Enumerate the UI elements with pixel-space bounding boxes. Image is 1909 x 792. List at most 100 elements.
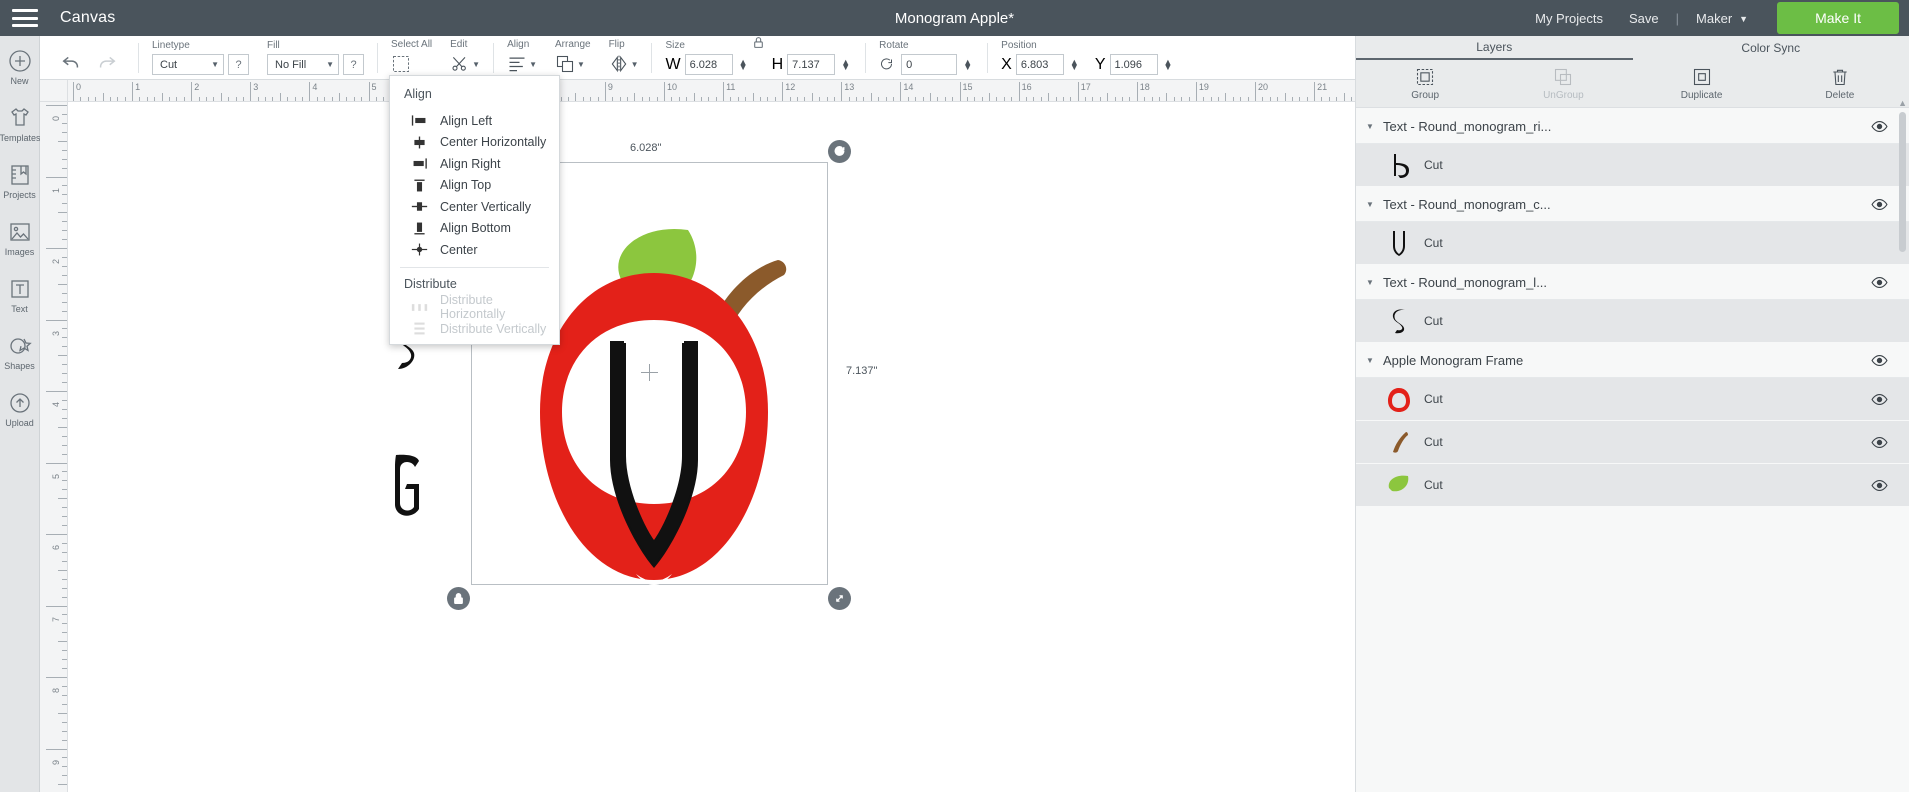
ruler-tick-label: 9 <box>607 82 613 92</box>
fill-value: No Fill <box>275 58 307 71</box>
eye-icon[interactable] <box>1871 352 1888 369</box>
machine-selector[interactable]: Maker ▼ <box>1683 11 1761 26</box>
layers-scrollbar[interactable] <box>1899 112 1906 252</box>
lock-icon[interactable] <box>752 36 765 49</box>
duplicate-button[interactable]: Duplicate <box>1633 60 1771 107</box>
height-input[interactable] <box>787 54 836 75</box>
redo-icon[interactable] <box>96 51 118 73</box>
menu-item-align-bottom[interactable]: Align Bottom <box>390 218 559 240</box>
sidebar-item-text[interactable]: Text <box>0 276 40 314</box>
layer-row[interactable]: Cut <box>1356 464 1909 507</box>
canvas-letter-g[interactable] <box>386 447 430 522</box>
ruler-tick-label: 2 <box>51 258 61 264</box>
undo-icon[interactable] <box>60 51 82 73</box>
layer-row[interactable]: Cut <box>1356 222 1909 265</box>
width-stepper[interactable]: ▲ ▼ <box>737 54 750 75</box>
eye-icon[interactable] <box>1871 274 1888 291</box>
eye-icon[interactable] <box>1871 118 1888 135</box>
chevron-down-icon[interactable]: ▼ <box>1366 356 1379 365</box>
sidebar-item-projects[interactable]: Projects <box>0 162 40 200</box>
ruler-major-tick <box>46 391 67 392</box>
layer-row[interactable]: Cut <box>1356 144 1909 187</box>
edit-button[interactable]: ▼ <box>450 53 480 75</box>
ruler-minor-tick <box>62 382 67 384</box>
ruler-tick-label: 10 <box>667 82 678 92</box>
chevron-down-icon[interactable]: ▼ <box>1366 200 1379 209</box>
undo-redo-group <box>40 35 134 75</box>
linetype-help-button[interactable]: ? <box>228 54 249 75</box>
make-it-button[interactable]: Make It <box>1777 2 1899 34</box>
position-y-stepper[interactable]: ▲ ▼ <box>1162 54 1175 75</box>
ruler-minor-tick <box>62 775 67 777</box>
menu-item-align-left[interactable]: Align Left <box>390 110 559 132</box>
ruler-major-tick <box>1018 82 1020 101</box>
ruler-minor-tick <box>58 355 67 357</box>
layer-group-header[interactable]: ▼ Text - Round_monogram_l... <box>1356 265 1909 300</box>
my-projects-button[interactable]: My Projects <box>1522 11 1616 26</box>
layer-row[interactable]: Cut <box>1356 421 1909 464</box>
ruler-tick-label: 15 <box>962 82 973 92</box>
menu-item-center-vertically[interactable]: Center Vertically <box>390 196 559 218</box>
eye-icon[interactable] <box>1871 477 1888 494</box>
align-label: Align <box>507 39 530 50</box>
position-x-stepper[interactable]: ▲ ▼ <box>1068 54 1081 75</box>
layers-list[interactable]: ▼ Text - Round_monogram_ri... Cut ▼ Text… <box>1356 109 1909 792</box>
position-y-input[interactable] <box>1109 54 1158 75</box>
eye-icon[interactable] <box>1871 196 1888 213</box>
select-all-button[interactable] <box>391 53 411 75</box>
align-button[interactable]: ▼ <box>507 53 537 75</box>
arrange-button[interactable]: ▼ <box>555 53 585 75</box>
delete-button[interactable]: Delete <box>1771 60 1909 107</box>
menu-item-center-horizontally[interactable]: Center Horizontally <box>390 132 559 154</box>
lock-handle[interactable] <box>447 587 470 610</box>
layer-group-header[interactable]: ▼ Text - Round_monogram_ri... <box>1356 109 1909 144</box>
eye-icon[interactable] <box>1871 434 1888 451</box>
rotate-icon[interactable] <box>879 57 894 72</box>
ruler-minor-tick <box>811 93 813 101</box>
ruler-major-tick <box>132 82 134 101</box>
sidebar-item-shapes[interactable]: Shapes <box>0 333 40 371</box>
tab-layers[interactable]: Layers <box>1356 36 1633 60</box>
hamburger-icon[interactable] <box>12 9 38 27</box>
layer-row[interactable]: Cut <box>1356 378 1909 421</box>
position-label: Position <box>1001 40 1037 51</box>
menu-item-align-top[interactable]: Align Top <box>390 175 559 197</box>
resize-handle[interactable] <box>828 587 851 610</box>
sidebar-item-upload[interactable]: Upload <box>0 390 40 428</box>
menu-item-center[interactable]: Center <box>390 239 559 261</box>
position-x-input[interactable] <box>1015 54 1064 75</box>
width-input[interactable] <box>684 54 733 75</box>
flip-button[interactable]: ▼ <box>609 53 638 75</box>
eye-icon[interactable] <box>1871 391 1888 408</box>
layer-group-header[interactable]: ▼ Apple Monogram Frame <box>1356 343 1909 378</box>
layer-row[interactable]: Cut <box>1356 300 1909 343</box>
sidebar-item-templates[interactable]: Templates <box>0 105 41 143</box>
align-left-icon <box>410 113 429 129</box>
linetype-select[interactable]: Cut ▼ <box>152 54 224 75</box>
height-stepper[interactable]: ▲ ▼ <box>839 54 852 75</box>
menu-item-align-right[interactable]: Align Right <box>390 153 559 175</box>
tab-color-sync[interactable]: Color Sync <box>1632 36 1909 60</box>
fill-help-button[interactable]: ? <box>343 54 364 75</box>
ruler-major-tick <box>604 82 606 101</box>
layer-group-header[interactable]: ▼ Text - Round_monogram_c... <box>1356 187 1909 222</box>
ruler-tick-label: 17 <box>1080 82 1091 92</box>
rotate-stepper[interactable]: ▲ ▼ <box>961 54 974 75</box>
ruler-minor-tick <box>929 93 931 101</box>
save-button[interactable]: Save <box>1616 11 1672 26</box>
ruler-minor-tick <box>62 471 67 473</box>
chevron-down-icon[interactable]: ▼ <box>1366 278 1379 287</box>
group-button[interactable]: Group <box>1356 60 1494 107</box>
layer-group-name: Text - Round_monogram_c... <box>1383 196 1551 212</box>
design-canvas[interactable]: 6.028" 7.137" <box>68 102 1355 792</box>
fill-select[interactable]: No Fill ▼ <box>267 54 339 75</box>
rotate-input[interactable] <box>901 54 958 75</box>
chevron-down-icon[interactable]: ▼ <box>1366 122 1379 131</box>
rotate-handle[interactable] <box>828 140 851 163</box>
scroll-up-arrow[interactable]: ▲ <box>1898 98 1907 108</box>
sidebar-item-images[interactable]: Images <box>0 219 40 257</box>
ruler-minor-tick <box>62 346 67 348</box>
letter-s-glyph <box>1384 306 1414 336</box>
toolbar-divider <box>987 43 989 73</box>
sidebar-item-new[interactable]: New <box>0 48 40 86</box>
